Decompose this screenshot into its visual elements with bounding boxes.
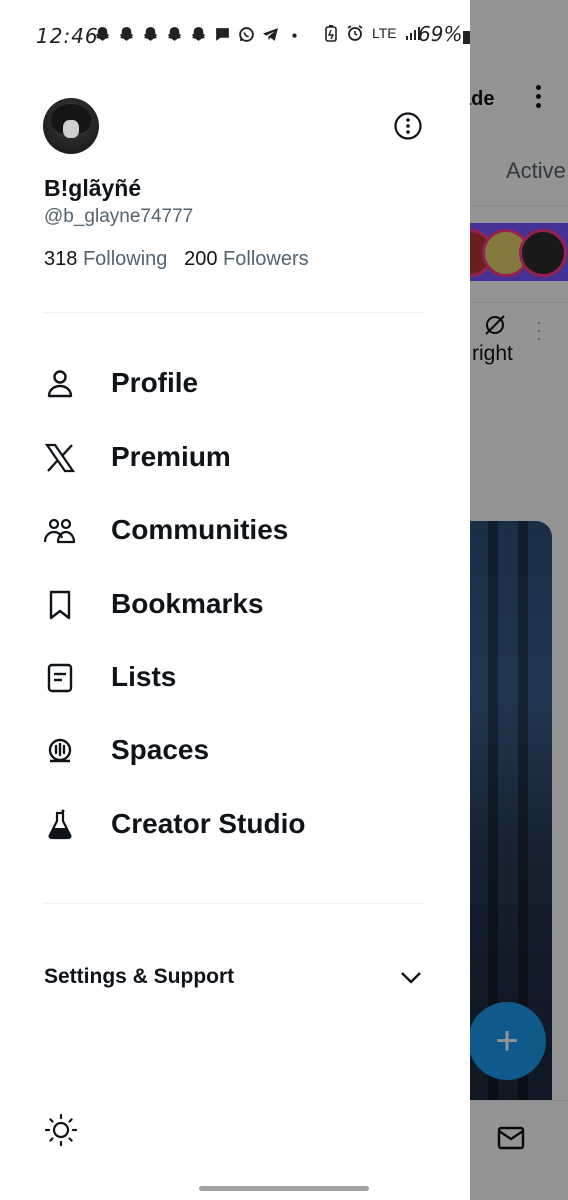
status-time: 12:46	[36, 24, 99, 48]
whatsapp-icon	[239, 27, 254, 42]
following-label: Following	[82, 248, 168, 270]
menu-item-creator-studio[interactable]: Creator Studio	[0, 793, 470, 853]
settings-support-toggle[interactable]: Settings & Support	[0, 952, 470, 1002]
menu-item-spaces[interactable]: Spaces	[0, 719, 470, 779]
notification-icons	[94, 26, 303, 43]
menu-item-lists[interactable]: Lists	[0, 646, 470, 706]
menu-item-label: Communities	[111, 514, 289, 545]
menu-item-label: Lists	[111, 661, 177, 692]
sun-icon[interactable]	[44, 1113, 78, 1147]
followers-label: Followers	[223, 248, 309, 270]
snapchat-icon	[95, 27, 110, 41]
avatar-face	[63, 120, 79, 138]
person-icon	[47, 370, 73, 398]
user-handle: @b_glayne74777	[44, 206, 194, 227]
flask-icon	[48, 809, 72, 840]
menu-item-communities[interactable]: Communities	[0, 499, 470, 559]
telegram-icon	[263, 28, 278, 41]
followers-count: 200	[184, 248, 218, 270]
avatar[interactable]	[43, 98, 99, 154]
following-count: 318	[44, 248, 78, 270]
status-bar: 12:46 LTE 69%	[0, 0, 470, 70]
snapchat-icon	[167, 27, 182, 41]
menu-item-label: Premium	[111, 441, 231, 472]
alarm-icon	[347, 25, 363, 41]
home-indicator[interactable]	[199, 1186, 369, 1191]
following-link[interactable]: 318 Following	[44, 248, 167, 270]
settings-support-label: Settings & Support	[44, 965, 235, 988]
menu-item-label: Spaces	[111, 734, 210, 765]
battery-percentage: 69%	[418, 22, 463, 46]
divider	[44, 903, 426, 904]
menu-item-label: Profile	[111, 367, 199, 398]
battery-saver-icon	[325, 24, 337, 42]
divider	[44, 312, 426, 313]
list-icon	[47, 663, 73, 693]
x-logo-icon	[44, 443, 76, 473]
snapchat-icon	[191, 27, 206, 41]
battery-icon	[463, 31, 470, 44]
menu-item-label: Bookmarks	[111, 588, 264, 619]
display-name[interactable]: B!glãyñé	[44, 175, 141, 202]
network-type-label: LTE	[372, 25, 397, 41]
communities-icon	[44, 518, 76, 544]
menu-item-premium[interactable]: Premium	[0, 426, 470, 486]
snapchat-icon	[143, 27, 158, 41]
menu-item-label: Creator Studio	[111, 808, 306, 839]
spaces-icon	[48, 738, 72, 763]
snapchat-icon	[119, 27, 134, 41]
chevron-down-icon	[401, 972, 421, 984]
navigation-drawer: B!glãyñé @b_glayne74777 318 Following 20…	[0, 70, 470, 1200]
bookmark-icon	[49, 590, 71, 620]
menu-item-bookmarks[interactable]: Bookmarks	[0, 573, 470, 633]
more-options-icon[interactable]	[393, 111, 423, 141]
follow-stats: 318 Following 200 Followers	[44, 248, 309, 271]
system-status-icons: LTE	[324, 24, 421, 42]
message-icon	[216, 28, 229, 41]
menu-item-profile[interactable]: Profile	[0, 352, 470, 412]
more-notifications-icon	[292, 33, 297, 38]
followers-link[interactable]: 200 Followers	[184, 248, 309, 270]
